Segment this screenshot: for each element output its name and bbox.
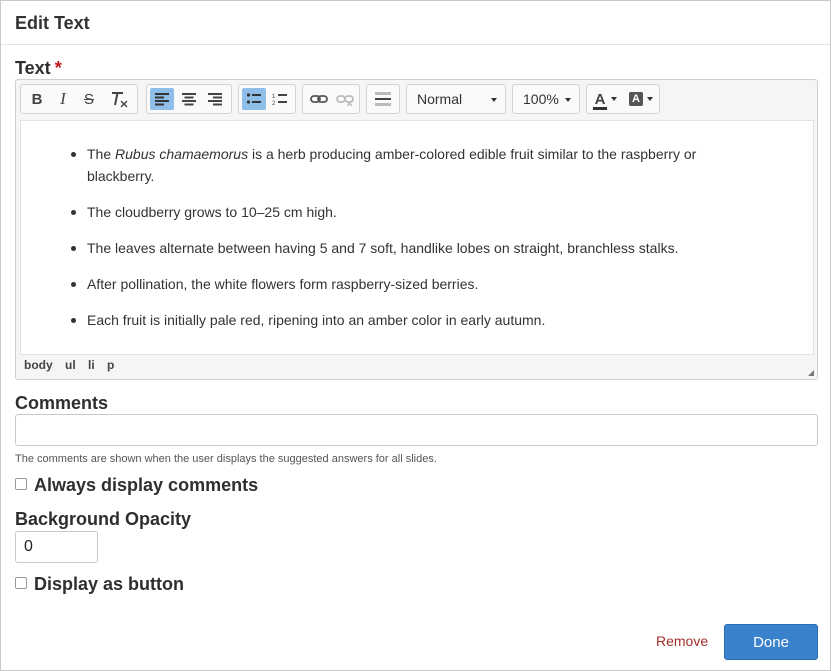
italic-button[interactable]: I: [51, 88, 75, 110]
path-item-ul[interactable]: ul: [65, 358, 76, 372]
align-left-button[interactable]: [150, 88, 174, 110]
align-right-icon: [208, 93, 222, 106]
list-item: The cloudberry grows to 10–25 cm high.: [71, 201, 733, 223]
align-center-button[interactable]: [177, 88, 201, 110]
list-item-italic-text: Rubus chamaemorus: [115, 146, 249, 162]
format-value: Normal: [417, 91, 463, 107]
strikethrough-button[interactable]: S: [77, 88, 101, 110]
bold-icon: B: [31, 90, 43, 108]
comments-input[interactable]: [15, 414, 818, 446]
display-as-button-checkbox[interactable]: [15, 577, 27, 589]
text-label: Text: [15, 58, 51, 78]
list-item: Each fruit is initially pale red, ripeni…: [71, 309, 733, 331]
remove-format-button[interactable]: [107, 88, 131, 110]
dialog-title: Edit Text: [15, 13, 90, 33]
text-color-icon: A: [592, 90, 607, 110]
text-field-label: Text *: [15, 58, 62, 79]
always-display-comments-checkbox[interactable]: [15, 478, 27, 490]
text-color-glyph: A: [594, 90, 606, 108]
link-icon: [310, 95, 328, 103]
dialog-header: Edit Text: [1, 1, 830, 45]
unlink-button[interactable]: [333, 88, 357, 110]
chevron-down-icon: [491, 98, 497, 102]
done-button[interactable]: Done: [724, 624, 818, 660]
list-item-text: The: [87, 146, 116, 162]
font-size-value: 100%: [523, 91, 559, 107]
comments-label: Comments: [15, 393, 109, 413]
unlink-icon: [336, 95, 354, 106]
svg-text:1: 1: [272, 94, 276, 100]
align-left-icon: [155, 93, 169, 106]
horizontal-line-icon: [375, 92, 391, 106]
horizontal-line-group: [366, 84, 400, 114]
horizontal-line-button[interactable]: [371, 88, 395, 110]
path-item-body[interactable]: body: [24, 358, 53, 372]
remove-format-icon: [112, 92, 128, 108]
italic-icon: I: [60, 89, 66, 108]
format-dropdown[interactable]: Normal: [406, 84, 506, 114]
chevron-down-icon: [611, 97, 618, 101]
bulleted-list-icon: [246, 93, 261, 104]
text-color-button[interactable]: A: [590, 88, 622, 110]
list-group: 1 2: [238, 84, 296, 114]
path-item-li[interactable]: li: [88, 358, 95, 372]
bulleted-list-button[interactable]: [242, 88, 266, 110]
path-item-p[interactable]: p: [107, 358, 114, 372]
alignment-group: [146, 84, 232, 114]
numbered-list-button[interactable]: 1 2: [268, 88, 292, 110]
numbered-list-icon: 1 2: [272, 94, 287, 106]
background-opacity-input[interactable]: [15, 531, 98, 563]
basic-styles-group: B I S: [20, 84, 138, 114]
list-item: The Rubus chamaemorus is a herb producin…: [71, 143, 733, 187]
align-right-button[interactable]: [203, 88, 227, 110]
chevron-down-icon: [565, 98, 571, 102]
done-button-label: Done: [753, 633, 789, 651]
edit-text-dialog: Edit Text Text * B I S 1 2 Normal 100% A…: [0, 0, 831, 671]
required-mark: *: [54, 58, 62, 78]
align-center-icon: [182, 93, 196, 106]
resize-handle-icon[interactable]: [808, 370, 814, 376]
strikethrough-icon: S: [83, 90, 94, 108]
font-size-dropdown[interactable]: 100%: [512, 84, 580, 114]
rich-text-editor: B I S 1 2 Normal 100% A A The Rubus cham…: [15, 79, 818, 380]
element-path-bar: body ul li p: [24, 358, 123, 372]
background-opacity-label: Background Opacity: [15, 509, 192, 529]
background-color-button[interactable]: A: [625, 88, 657, 110]
editor-content[interactable]: The Rubus chamaemorus is a herb producin…: [20, 120, 814, 355]
bold-button[interactable]: B: [25, 88, 49, 110]
svg-text:2: 2: [272, 101, 276, 106]
bullet-list: The Rubus chamaemorus is a herb producin…: [71, 143, 733, 345]
comments-help-text: The comments are shown when the user dis…: [15, 453, 437, 465]
background-color-icon: A: [629, 92, 643, 106]
color-group: A A: [586, 84, 660, 114]
remove-button[interactable]: Remove: [656, 633, 708, 649]
list-item: The leaves alternate between having 5 an…: [71, 237, 733, 259]
link-group: [302, 84, 360, 114]
link-button[interactable]: [307, 88, 331, 110]
always-display-comments-label: Always display comments: [34, 475, 259, 495]
list-item: After pollination, the white flowers for…: [71, 273, 733, 295]
background-color-glyph: A: [632, 93, 640, 105]
chevron-down-icon: [647, 97, 653, 101]
editor-toolbar: B I S 1 2 Normal 100% A A: [20, 84, 810, 114]
display-as-button-label: Display as button: [34, 574, 185, 594]
